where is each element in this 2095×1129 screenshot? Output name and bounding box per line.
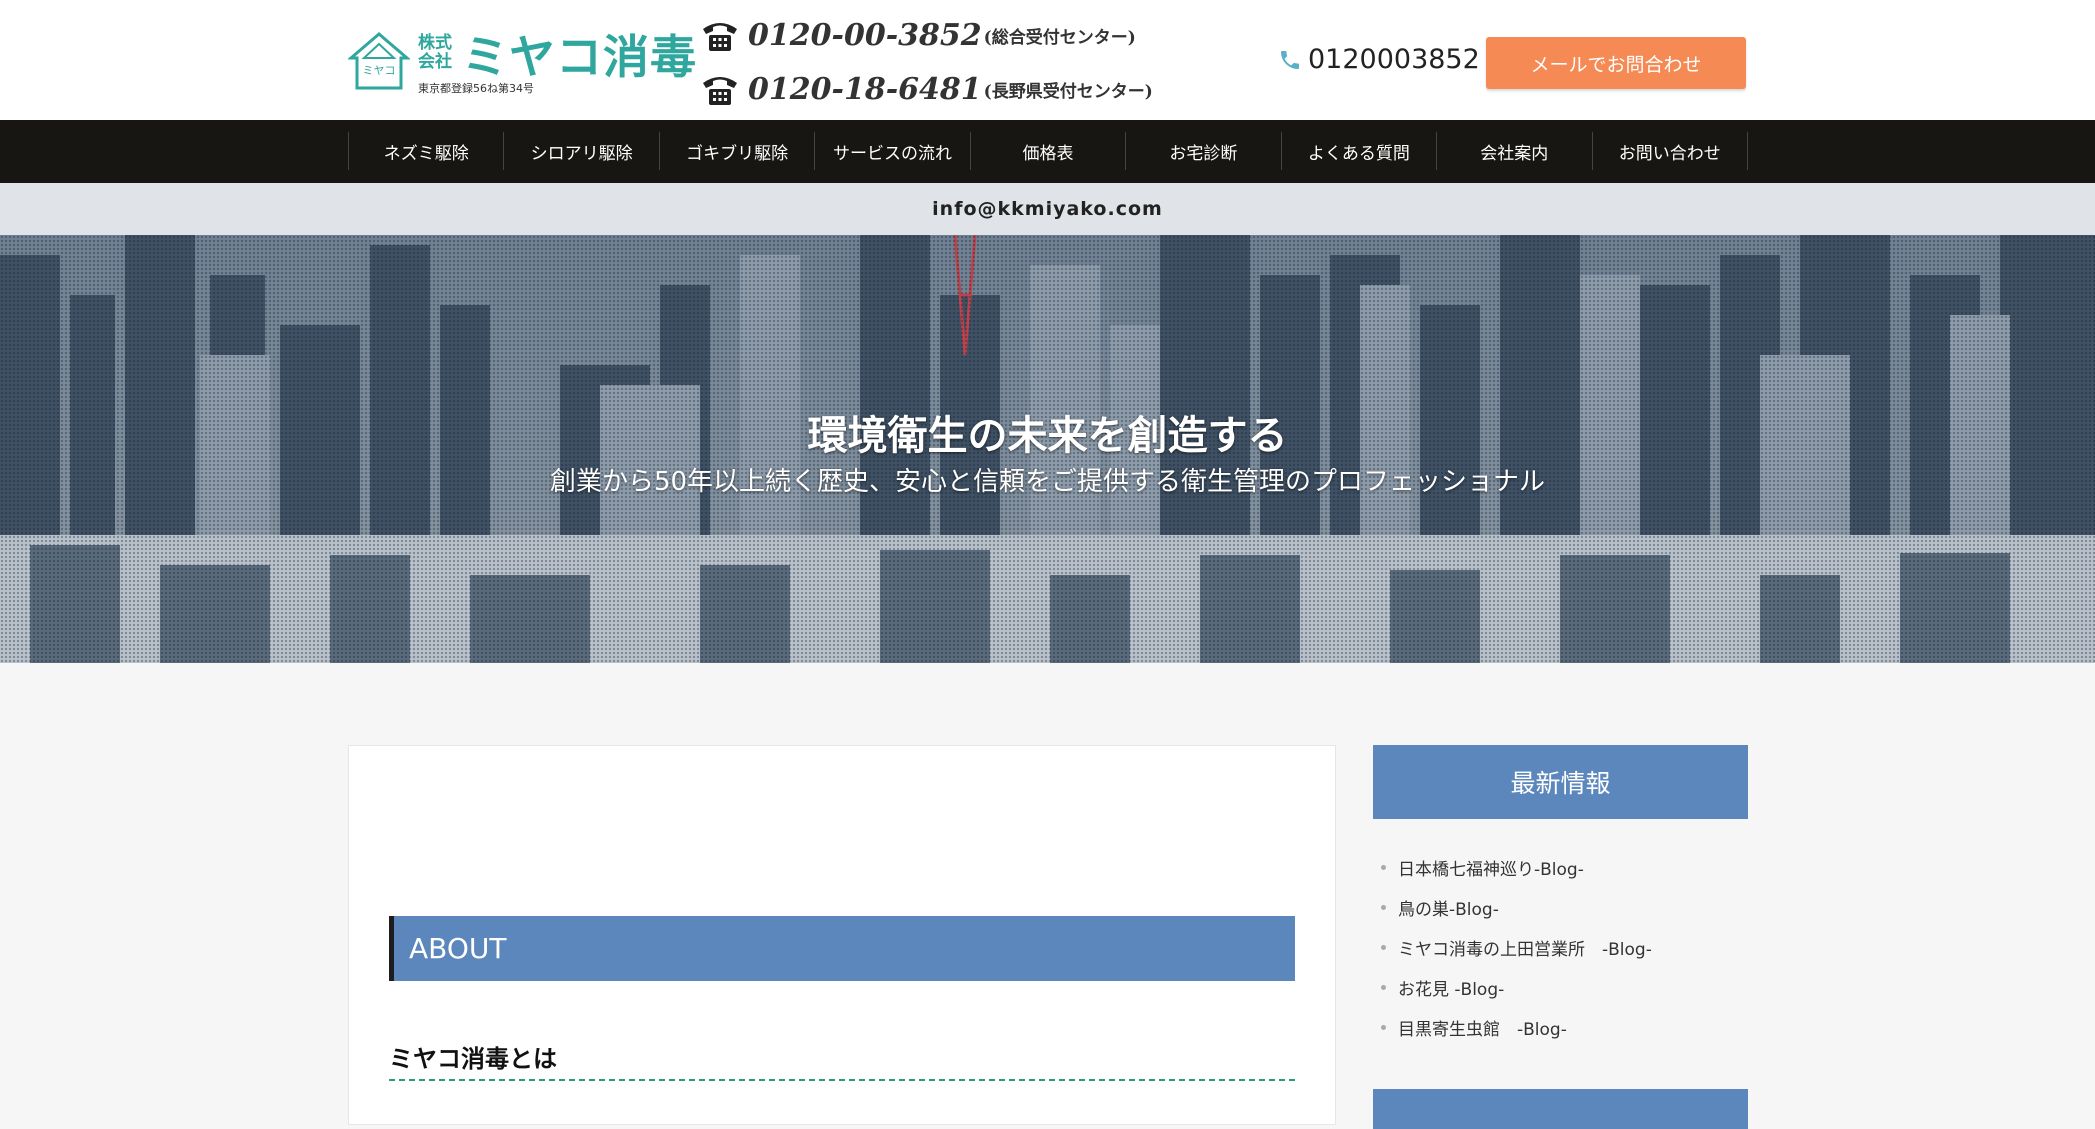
company-logo[interactable]: ミヤコ 株式会社 ミヤコ消毒 東京都登録56ね第34号 [348, 30, 696, 98]
nav-item-cockroach[interactable]: ゴキブリ駆除 [660, 132, 816, 170]
svg-text:ミヤコ: ミヤコ [363, 64, 396, 77]
phone-number-nagano[interactable]: 0120-18-6481 [748, 72, 982, 107]
nav-item-termite[interactable]: シロアリ駆除 [504, 132, 660, 170]
news-item[interactable]: 鳥の巣-Blog- [1381, 887, 1748, 927]
news-item[interactable]: 日本橋七福神巡り-Blog- [1381, 847, 1748, 887]
logo-kaisha: 株式会社 [418, 33, 452, 72]
sidebar: 最新情報 日本橋七福神巡り-Blog- 鳥の巣-Blog- ミヤコ消毒の上田営業… [1373, 745, 1748, 1129]
nav-item-price[interactable]: 価格表 [971, 132, 1127, 170]
phone-row-nagano: 0120-18-6481 (長野県受付センター) [700, 62, 1160, 116]
hero-title: 環境衛生の未来を創造する [807, 413, 1288, 459]
main-content-card: ABOUT ミヤコ消毒とは [348, 745, 1336, 1125]
bullet-icon [1381, 904, 1386, 910]
bullet-icon [1381, 984, 1386, 990]
mail-contact-button[interactable]: メールでお問合わせ [1486, 37, 1746, 89]
phone-handset-icon [1281, 50, 1299, 69]
telephone-icon [703, 77, 737, 105]
nav-item-rat[interactable]: ネズミ駆除 [349, 132, 505, 170]
news-item-label: お花見 -Blog- [1398, 979, 1505, 1000]
logo-registration: 東京都登録56ね第34号 [418, 82, 534, 95]
hero-subtitle: 創業から50年以上続く歴史、安心と信頼をご提供する衛生管理のプロフェッショナル [549, 467, 1546, 497]
email-bar: info@kkmiyako.com [0, 183, 2095, 235]
site-header: ミヤコ 株式会社 ミヤコ消毒 東京都登録56ね第34号 0120-00-3852… [0, 0, 2095, 120]
email-address[interactable]: info@kkmiyako.com [932, 198, 1163, 220]
hero-banner: 環境衛生の未来を創造する 創業から50年以上続く歴史、安心と信頼をご提供する衛生… [0, 235, 2095, 663]
nav-item-contact[interactable]: お問い合わせ [1593, 132, 1748, 170]
nav-item-home-diagnosis[interactable]: お宅診断 [1126, 132, 1282, 170]
main-nav: ネズミ駆除 シロアリ駆除 ゴキブリ駆除 サービスの流れ 価格表 お宅診断 よくあ… [0, 120, 2095, 183]
sidebar-second-heading [1373, 1089, 1748, 1129]
news-item-label: ミヤコ消毒の上田営業所 -Blog- [1398, 939, 1652, 960]
phone-number-general[interactable]: 0120-00-3852 [748, 18, 982, 53]
nav-item-company[interactable]: 会社案内 [1437, 132, 1593, 170]
tel-link[interactable]: 0120003852 [1278, 44, 1480, 75]
telephone-icon [703, 23, 737, 51]
phone-note-nagano: (長野県受付センター) [983, 81, 1153, 102]
nav-item-faq[interactable]: よくある質問 [1282, 132, 1438, 170]
nav-item-service-flow[interactable]: サービスの流れ [815, 132, 971, 170]
news-item[interactable]: ミヤコ消毒の上田営業所 -Blog- [1381, 927, 1748, 967]
news-item[interactable]: 目黒寄生虫館 -Blog- [1381, 1007, 1748, 1047]
bullet-icon [1381, 944, 1386, 950]
phone-numbers: 0120-00-3852 (総合受付センター) 0120-18-6481 (長野… [700, 8, 1160, 116]
tel-link-number: 0120003852 [1308, 44, 1480, 75]
about-subheading: ミヤコ消毒とは [389, 1039, 1295, 1081]
news-item-label: 目黒寄生虫館 -Blog- [1398, 1019, 1567, 1040]
nav-list: ネズミ駆除 シロアリ駆除 ゴキブリ駆除 サービスの流れ 価格表 お宅診断 よくあ… [348, 132, 1748, 170]
news-heading: 最新情報 [1373, 745, 1748, 819]
news-list: 日本橋七福神巡り-Blog- 鳥の巣-Blog- ミヤコ消毒の上田営業所 -Bl… [1373, 847, 1748, 1047]
house-logo-icon: ミヤコ [348, 32, 410, 90]
bullet-icon [1381, 864, 1386, 870]
logo-company-name: ミヤコ消毒 [462, 30, 697, 84]
about-heading: ABOUT [389, 916, 1295, 981]
news-item-label: 鳥の巣-Blog- [1398, 899, 1499, 920]
phone-row-general: 0120-00-3852 (総合受付センター) [700, 8, 1160, 62]
phone-note-general: (総合受付センター) [983, 27, 1136, 48]
news-item-label: 日本橋七福神巡り-Blog- [1398, 859, 1584, 880]
news-item[interactable]: お花見 -Blog- [1381, 967, 1748, 1007]
bullet-icon [1381, 1024, 1386, 1030]
